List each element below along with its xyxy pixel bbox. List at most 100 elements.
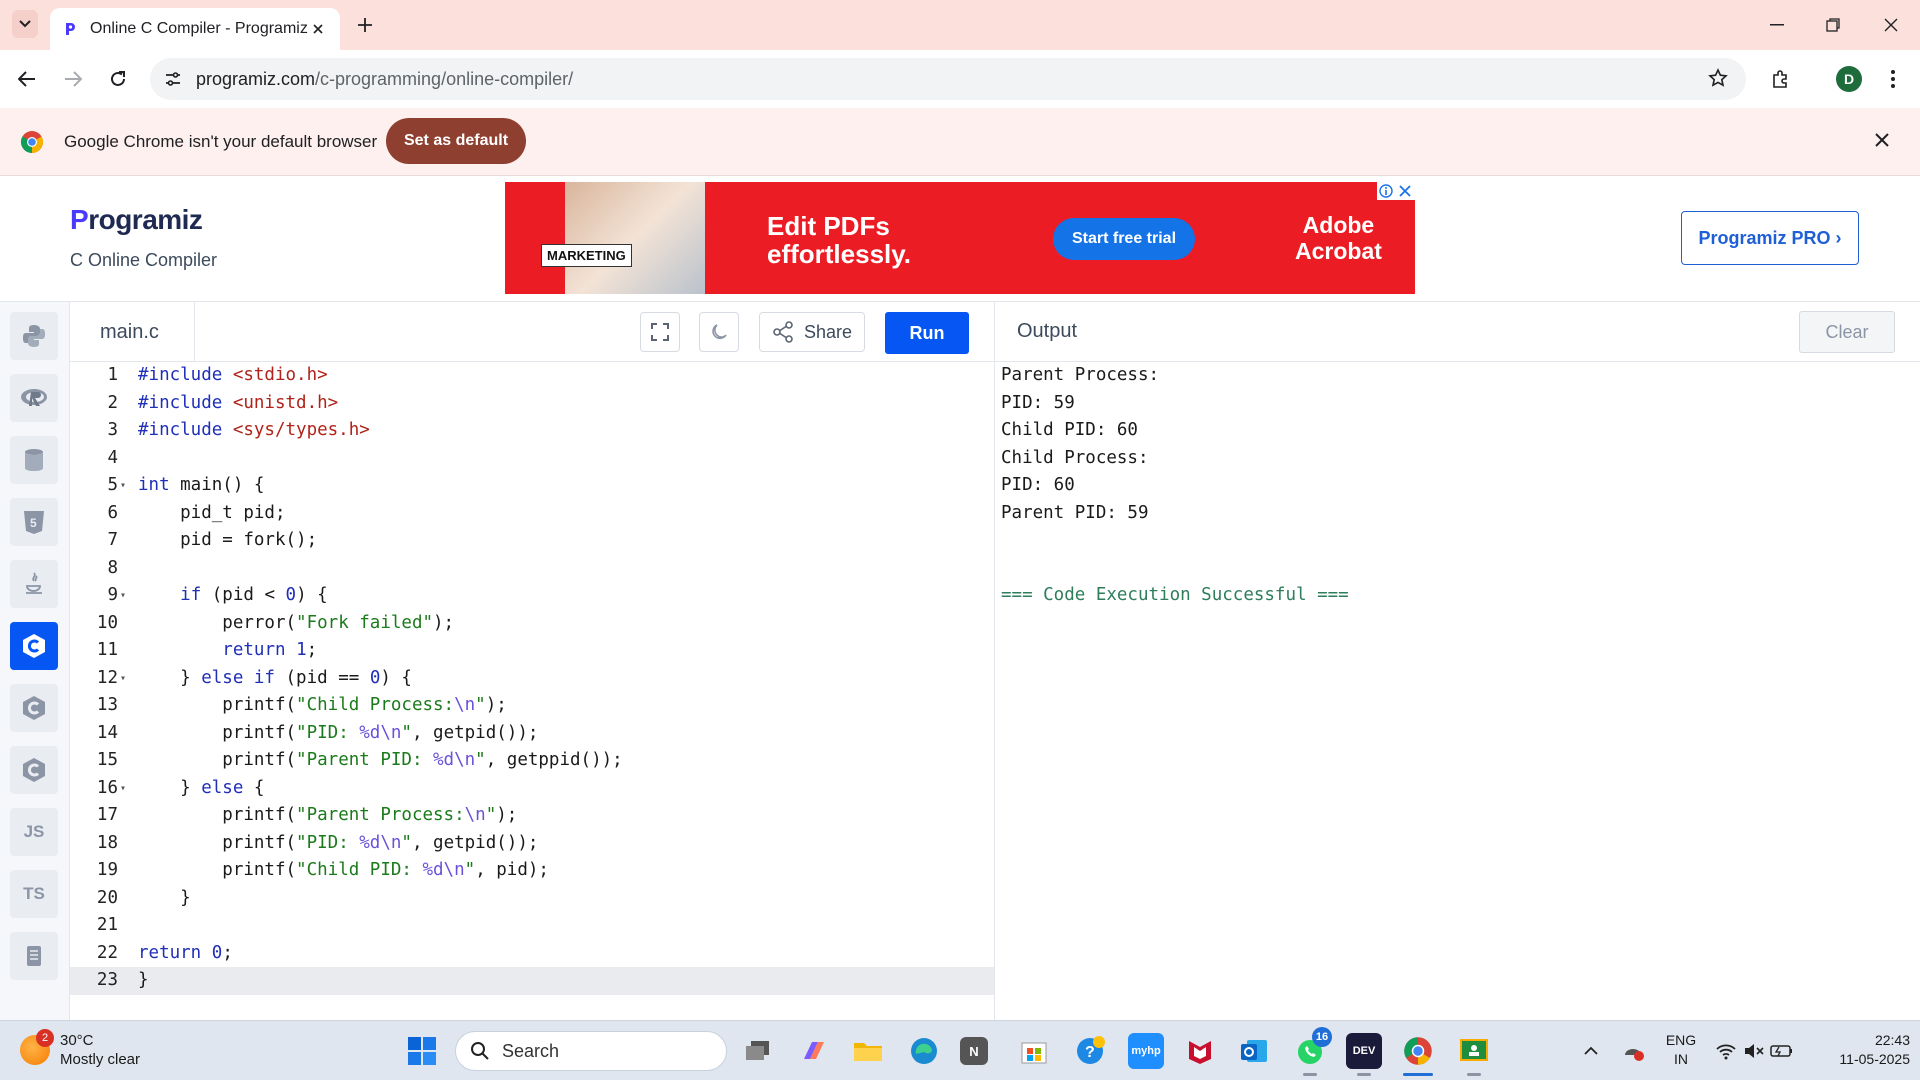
- file-tab-main[interactable]: main.c: [70, 302, 195, 362]
- language-typescript-button[interactable]: TS: [10, 870, 58, 918]
- ad-info-icon[interactable]: [1377, 182, 1395, 200]
- code-line[interactable]: 18 printf("PID: %d\n", getpid());: [70, 830, 994, 858]
- fold-toggle-icon[interactable]: ▾: [120, 582, 126, 610]
- dark-mode-toggle[interactable]: [699, 312, 739, 352]
- code-line[interactable]: 17 printf("Parent Process:\n");: [70, 802, 994, 830]
- file-explorer-icon[interactable]: [850, 1033, 886, 1069]
- code-line[interactable]: 4: [70, 445, 994, 473]
- line-code: pid_t pid;: [138, 502, 286, 523]
- set-as-default-button[interactable]: Set as default: [386, 118, 526, 164]
- fullscreen-button[interactable]: [640, 312, 680, 352]
- bookmark-star-icon[interactable]: [1708, 68, 1728, 93]
- language-cpp-button[interactable]: [10, 684, 58, 732]
- outlook-icon[interactable]: [1236, 1033, 1272, 1069]
- line-code: printf("PID: %d\n", getpid());: [138, 722, 539, 743]
- fold-toggle-icon[interactable]: ▾: [120, 665, 126, 693]
- programiz-favicon: [66, 23, 75, 35]
- ad-close-icon[interactable]: [1395, 182, 1415, 200]
- close-infobar-icon[interactable]: [1874, 132, 1890, 153]
- clock[interactable]: 22:43 11-05-2025: [1810, 1031, 1910, 1069]
- whatsapp-icon[interactable]: 16: [1292, 1027, 1332, 1069]
- line-number: 1: [107, 365, 118, 385]
- code-line[interactable]: 8: [70, 555, 994, 583]
- share-button[interactable]: Share: [759, 312, 865, 352]
- site-info-icon[interactable]: [164, 70, 182, 88]
- code-line[interactable]: 23}: [70, 967, 994, 995]
- browser-tab-active[interactable]: Online C Compiler - Programiz: [50, 8, 340, 50]
- programiz-pro-button[interactable]: Programiz PRO ›: [1681, 211, 1859, 265]
- wifi-icon[interactable]: [1712, 1033, 1740, 1069]
- weather-widget[interactable]: 2 30°C Mostly clear: [20, 1029, 140, 1069]
- edge-browser-icon[interactable]: [906, 1033, 942, 1069]
- code-line[interactable]: 14 printf("PID: %d\n", getpid());: [70, 720, 994, 748]
- language-java-button[interactable]: [10, 560, 58, 608]
- code-line[interactable]: 15 printf("Parent PID: %d\n", getppid())…: [70, 747, 994, 775]
- ad-start-trial-button[interactable]: Start free trial: [1053, 218, 1195, 260]
- tab-search-button[interactable]: [12, 10, 38, 38]
- code-line[interactable]: 1 #include <stdio.h>: [70, 362, 994, 390]
- code-line[interactable]: 10 perror("Fork failed");: [70, 610, 994, 638]
- taskbar-search[interactable]: Search: [455, 1031, 727, 1071]
- code-line[interactable]: 5 ▾ int main() {: [70, 472, 994, 500]
- close-window-button[interactable]: [1876, 12, 1906, 38]
- code-line[interactable]: 2 #include <unistd.h>: [70, 390, 994, 418]
- language-csharp-button[interactable]: [10, 746, 58, 794]
- restore-button[interactable]: [1818, 12, 1848, 38]
- task-view-icon[interactable]: [740, 1033, 776, 1069]
- language-html-button[interactable]: 5: [10, 498, 58, 546]
- address-bar[interactable]: programiz.com/c-programming/online-compi…: [150, 58, 1746, 100]
- line-code: if (pid < 0) {: [180, 585, 328, 605]
- language-go-button[interactable]: [10, 932, 58, 980]
- show-hidden-icons-chevron-icon[interactable]: [1576, 1033, 1606, 1069]
- notion-icon[interactable]: N: [960, 1037, 988, 1065]
- dev-cpp-icon[interactable]: DEV: [1346, 1033, 1382, 1069]
- get-help-icon[interactable]: ?: [1072, 1033, 1108, 1069]
- code-line[interactable]: 22 return 0;: [70, 940, 994, 968]
- language-sql-button[interactable]: [10, 436, 58, 484]
- run-button[interactable]: Run: [885, 312, 969, 354]
- language-r-button[interactable]: [10, 374, 58, 422]
- code-editor[interactable]: 1 #include <stdio.h> 2 #include <unistd.h> 3…: [70, 362, 994, 1020]
- clear-output-button[interactable]: Clear: [1799, 311, 1895, 353]
- code-line[interactable]: 16 ▾ } else {: [70, 775, 994, 803]
- language-c-button[interactable]: [10, 622, 58, 670]
- volume-muted-icon[interactable]: [1740, 1033, 1768, 1069]
- security-tray-icon[interactable]: [1618, 1033, 1648, 1069]
- google-classroom-icon[interactable]: [1456, 1033, 1492, 1069]
- code-line[interactable]: 6 pid_t pid;: [70, 500, 994, 528]
- chrome-taskbar-icon[interactable]: [1400, 1033, 1436, 1069]
- language-indicator[interactable]: ENG IN: [1660, 1031, 1702, 1069]
- close-tab-icon[interactable]: [308, 19, 328, 39]
- language-javascript-button[interactable]: JS: [10, 808, 58, 856]
- code-line[interactable]: 21: [70, 912, 994, 940]
- extensions-button[interactable]: [1766, 64, 1796, 94]
- code-line[interactable]: 12 ▾ } else if (pid == 0) {: [70, 665, 994, 693]
- code-line[interactable]: 3 #include <sys/types.h>: [70, 417, 994, 445]
- profile-avatar[interactable]: D: [1836, 66, 1862, 92]
- code-line[interactable]: 13 printf("Child Process:\n");: [70, 692, 994, 720]
- programiz-logo[interactable]: Programiz: [70, 204, 203, 236]
- advertisement-banner[interactable]: MARKETING Edit PDFs effortlessly. Start …: [505, 182, 1415, 294]
- forward-button[interactable]: [58, 64, 88, 94]
- code-line[interactable]: 11 return 1;: [70, 637, 994, 665]
- fold-toggle-icon[interactable]: ▾: [120, 775, 126, 803]
- code-line[interactable]: 20 }: [70, 885, 994, 913]
- microsoft-store-icon[interactable]: [1016, 1033, 1052, 1069]
- start-button[interactable]: [404, 1033, 440, 1069]
- reload-button[interactable]: [103, 64, 133, 94]
- myhp-icon[interactable]: myhp: [1128, 1033, 1164, 1069]
- compiler-subtitle: C Online Compiler: [70, 250, 218, 270]
- browser-menu-button[interactable]: [1878, 64, 1908, 94]
- code-line[interactable]: 19 printf("Child PID: %d\n", pid);: [70, 857, 994, 885]
- line-code: }: [138, 887, 191, 908]
- new-tab-button[interactable]: [352, 12, 378, 38]
- language-python-button[interactable]: [10, 312, 58, 360]
- copilot-icon[interactable]: [796, 1033, 832, 1069]
- minimize-button[interactable]: [1762, 12, 1792, 38]
- battery-icon[interactable]: [1768, 1033, 1796, 1069]
- mcafee-icon[interactable]: [1182, 1033, 1218, 1069]
- back-button[interactable]: [12, 64, 42, 94]
- code-line[interactable]: 7 pid = fork();: [70, 527, 994, 555]
- code-line[interactable]: 9 ▾ if (pid < 0) {: [70, 582, 994, 610]
- fold-toggle-icon[interactable]: ▾: [120, 472, 126, 500]
